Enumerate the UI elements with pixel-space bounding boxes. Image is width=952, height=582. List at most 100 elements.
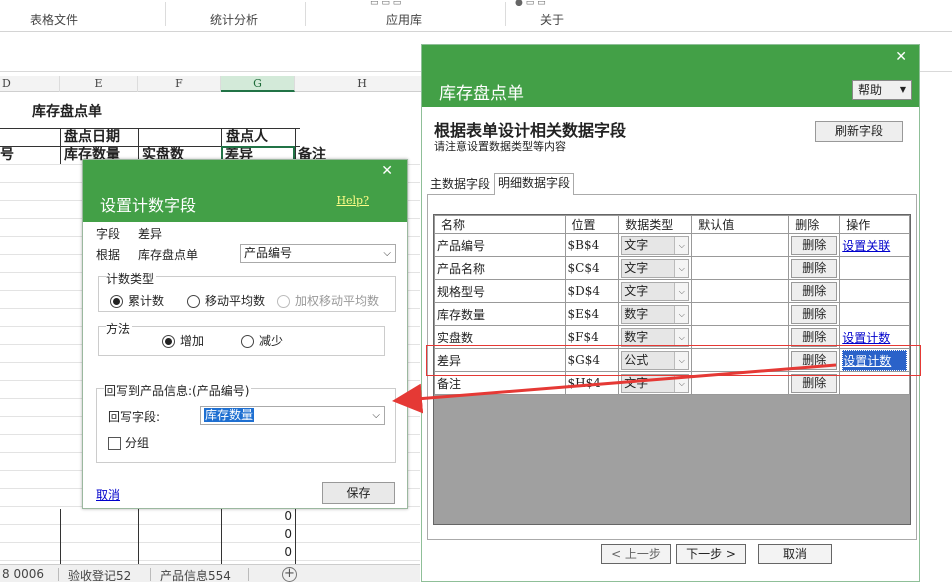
type-combo[interactable]: 文字 ⌵ bbox=[621, 258, 690, 278]
method-label: 方法 bbox=[106, 320, 133, 337]
chevron-down-icon: ⌵ bbox=[674, 236, 689, 254]
cell-name[interactable]: 产品编号 bbox=[434, 233, 566, 257]
type-combo[interactable]: 文字 ⌵ bbox=[621, 373, 690, 393]
delete-button[interactable]: 删除 bbox=[791, 327, 838, 347]
help-dropdown-button[interactable]: 帮助 ▼ bbox=[852, 80, 912, 100]
prev-step-button[interactable]: < 上一步 bbox=[601, 544, 671, 564]
column-header-f[interactable]: F bbox=[138, 76, 221, 92]
refresh-fields-button[interactable]: 刷新字段 bbox=[815, 121, 903, 142]
delete-button[interactable]: 删除 bbox=[791, 373, 838, 393]
radio-decrease[interactable]: 减少 bbox=[241, 334, 283, 348]
cell-default[interactable] bbox=[691, 302, 790, 326]
table-row[interactable]: 产品编号 $B$4 文字 ⌵ 删除 设置关联 bbox=[434, 233, 910, 257]
table-row[interactable]: 库存数量 $E$4 数字 ⌵ 删除 bbox=[434, 302, 910, 326]
table-row[interactable]: 规格型号 $D$4 文字 ⌵ 删除 bbox=[434, 279, 910, 303]
cell-border bbox=[295, 509, 296, 564]
cell-default[interactable] bbox=[691, 256, 790, 280]
cell-name[interactable]: 规格型号 bbox=[434, 279, 566, 303]
cell-person-label[interactable]: 盘点人 bbox=[226, 129, 268, 145]
basis-field-select[interactable]: 产品编号 ⌵ bbox=[240, 244, 396, 263]
ribbon: ▭ ▭ ▭ ● ▭ ▭ 表格文件 统计分析 应用库 关于 bbox=[0, 0, 952, 32]
cell-type[interactable]: 文字 ⌵ bbox=[618, 256, 693, 280]
sheet-tab-separator bbox=[58, 568, 59, 581]
cell-position[interactable]: $D$4 bbox=[564, 279, 620, 303]
close-icon[interactable]: ✕ bbox=[895, 49, 907, 65]
group-checkbox[interactable]: 分组 bbox=[108, 436, 149, 450]
close-icon[interactable]: ✕ bbox=[381, 163, 393, 179]
tab-master-fields[interactable]: 主数据字段 bbox=[427, 175, 493, 195]
grid-header-default: 默认值 bbox=[691, 215, 790, 234]
cell-type[interactable]: 文字 ⌵ bbox=[618, 279, 693, 303]
radio-increase[interactable]: 增加 bbox=[162, 334, 204, 348]
type-combo[interactable]: 数字 ⌵ bbox=[621, 327, 690, 347]
dialog-title: 设置计数字段 bbox=[100, 196, 197, 215]
add-sheet-icon[interactable]: + bbox=[282, 567, 297, 582]
delete-button[interactable]: 删除 bbox=[791, 235, 838, 255]
sheet-gridline bbox=[0, 542, 420, 543]
ribbon-item-fragment[interactable]: ● ▭ ▭ bbox=[515, 0, 575, 6]
count-field-dialog: ✕ 设置计数字段 Help? 字段 差异 根据 库存盘点单 产品编号 ⌵ 计数类… bbox=[82, 159, 408, 509]
writeback-field-value: 库存数量 bbox=[204, 408, 255, 422]
sheet-tab[interactable]: 产品信息554 bbox=[160, 567, 231, 582]
ribbon-item-fragment[interactable]: ▭ ▭ ▭ bbox=[370, 0, 430, 6]
table-row[interactable]: 产品名称 $C$4 文字 ⌵ 删除 bbox=[434, 256, 910, 280]
chevron-down-icon: ⌵ bbox=[383, 248, 391, 259]
column-header-h[interactable]: H bbox=[295, 76, 430, 92]
cell-action: 设置关联 bbox=[839, 233, 910, 257]
action-link[interactable]: 设置关联 bbox=[842, 239, 890, 253]
cell-default[interactable] bbox=[691, 279, 790, 303]
type-combo[interactable]: 文字 ⌵ bbox=[621, 235, 690, 255]
cell-number-header[interactable]: 号 bbox=[0, 147, 14, 163]
cell-type[interactable]: 数字 ⌵ bbox=[618, 302, 693, 326]
writeback-field-select[interactable]: 库存数量 ⌵ bbox=[200, 406, 385, 425]
cell-delete: 删除 bbox=[788, 233, 841, 257]
cell-border bbox=[60, 509, 61, 564]
cell-action bbox=[839, 279, 910, 303]
tab-detail-fields[interactable]: 明细数据字段 bbox=[494, 173, 575, 195]
cell-type[interactable]: 文字 ⌵ bbox=[618, 233, 693, 257]
grid-header-name: 名称 bbox=[434, 215, 566, 234]
delete-button[interactable]: 删除 bbox=[791, 258, 838, 278]
type-value: 文字 bbox=[624, 260, 649, 275]
cell-delete: 删除 bbox=[788, 279, 841, 303]
radio-moving-average[interactable]: 移动平均数 bbox=[187, 294, 265, 308]
cell-zero[interactable]: 0 bbox=[272, 527, 292, 541]
chevron-down-icon: ⌵ bbox=[674, 305, 689, 323]
radio-weighted-moving-average[interactable]: 加权移动平均数 bbox=[277, 294, 379, 308]
cell-position[interactable]: $C$4 bbox=[564, 256, 620, 280]
help-link[interactable]: Help? bbox=[336, 194, 369, 207]
save-button[interactable]: 保存 bbox=[322, 482, 395, 504]
radio-cumulative[interactable]: 累计数 bbox=[110, 294, 164, 308]
type-value: 文字 bbox=[624, 375, 649, 390]
type-combo[interactable]: 文字 ⌵ bbox=[621, 281, 690, 301]
cell-default[interactable] bbox=[691, 233, 790, 257]
type-combo[interactable]: 数字 ⌵ bbox=[621, 304, 690, 324]
next-step-button[interactable]: 下一步 > bbox=[676, 544, 746, 564]
cell-zero[interactable]: 0 bbox=[272, 545, 292, 559]
cell-date-label[interactable]: 盘点日期 bbox=[64, 129, 120, 145]
column-header-d[interactable]: D bbox=[0, 76, 60, 92]
sheet-gridline bbox=[0, 560, 420, 561]
writeback-group-label: 回写到产品信息:(产品编号) bbox=[104, 382, 252, 399]
cell-name[interactable]: 产品名称 bbox=[434, 256, 566, 280]
ribbon-group-about: 关于 bbox=[540, 13, 565, 27]
column-header-g[interactable]: G bbox=[221, 76, 295, 92]
cell-position[interactable]: $B$4 bbox=[564, 233, 620, 257]
dialog-subheading: 请注意设置数据类型等内容 bbox=[434, 140, 566, 153]
column-header-e[interactable]: E bbox=[60, 76, 138, 92]
chevron-down-icon: ⌵ bbox=[674, 328, 689, 346]
action-link[interactable]: 设置计数 bbox=[842, 331, 890, 345]
ribbon-separator bbox=[165, 2, 166, 26]
cell-position[interactable]: $E$4 bbox=[564, 302, 620, 326]
help-label: 帮助 bbox=[858, 83, 883, 97]
cancel-link[interactable]: 取消 bbox=[96, 486, 120, 503]
cell-name[interactable]: 库存数量 bbox=[434, 302, 566, 326]
delete-button[interactable]: 删除 bbox=[791, 281, 838, 301]
sheet-tab[interactable]: 8 0006 bbox=[2, 567, 44, 581]
sheet-tab[interactable]: 验收登记52 bbox=[68, 567, 131, 582]
cancel-button[interactable]: 取消 bbox=[758, 544, 832, 564]
ribbon-group-apps: 应用库 bbox=[386, 13, 423, 27]
column-headers: D E F G H bbox=[0, 76, 430, 92]
cell-zero[interactable]: 0 bbox=[272, 509, 292, 523]
delete-button[interactable]: 删除 bbox=[791, 304, 838, 324]
